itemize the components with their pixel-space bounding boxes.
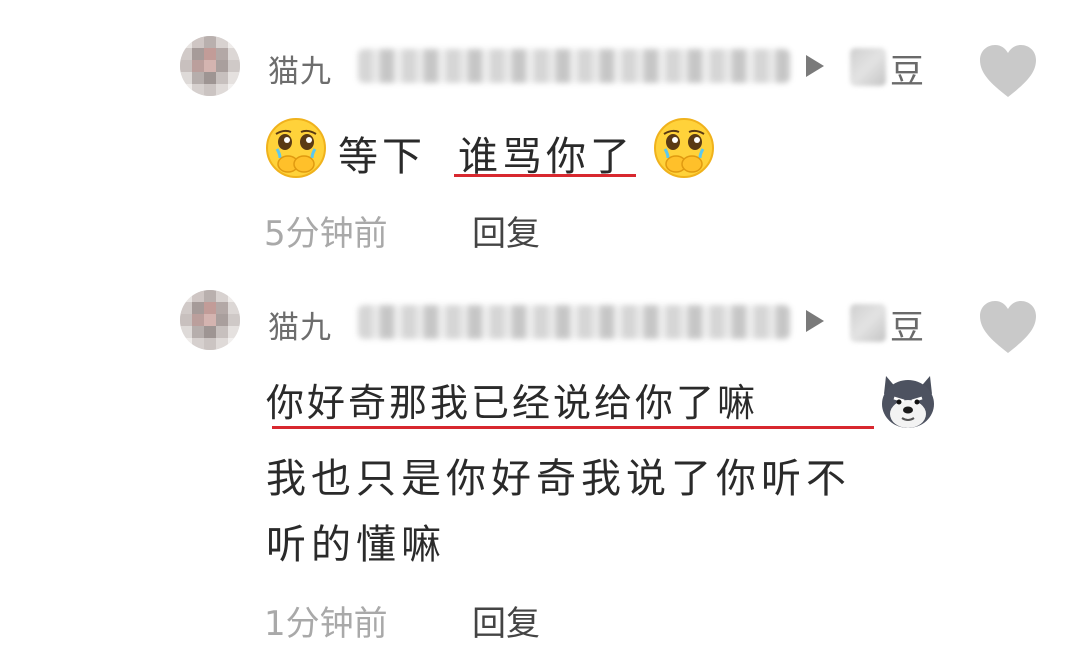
play-arrow-icon: [806, 55, 824, 77]
play-arrow-icon: [806, 310, 824, 332]
blurred-badge: [850, 48, 886, 86]
highlight-underline: [272, 426, 874, 429]
pleading-face-hands-icon: [266, 118, 326, 178]
username[interactable]: 猫九: [268, 46, 332, 91]
highlight-underline: [454, 174, 636, 177]
dog-face-sticker-icon: [882, 376, 934, 428]
badge-label: 豆: [890, 52, 924, 92]
avatar[interactable]: [180, 290, 240, 350]
comment-text: 等下: [338, 134, 426, 180]
reply-button[interactable]: 回复: [472, 206, 540, 255]
like-heart-icon[interactable]: [978, 299, 1038, 355]
reply-button[interactable]: 回复: [472, 596, 540, 645]
pleading-face-hands-icon: [654, 118, 714, 178]
like-heart-icon[interactable]: [978, 43, 1038, 99]
blurred-user-info: [358, 49, 790, 83]
comment-text-highlight: 你好奇那我已经说给你了嘛: [266, 381, 759, 425]
badge-label: 豆: [890, 308, 924, 348]
timestamp: 1分钟前: [264, 604, 388, 644]
username[interactable]: 猫九: [268, 302, 332, 347]
comment-text: 听的懂嘛: [266, 522, 446, 568]
comment-text: 我也只是你好奇我说了你听不: [266, 456, 851, 502]
timestamp: 5分钟前: [264, 214, 388, 254]
blurred-user-info: [358, 305, 790, 339]
blurred-badge: [850, 304, 886, 342]
avatar[interactable]: [180, 36, 240, 96]
